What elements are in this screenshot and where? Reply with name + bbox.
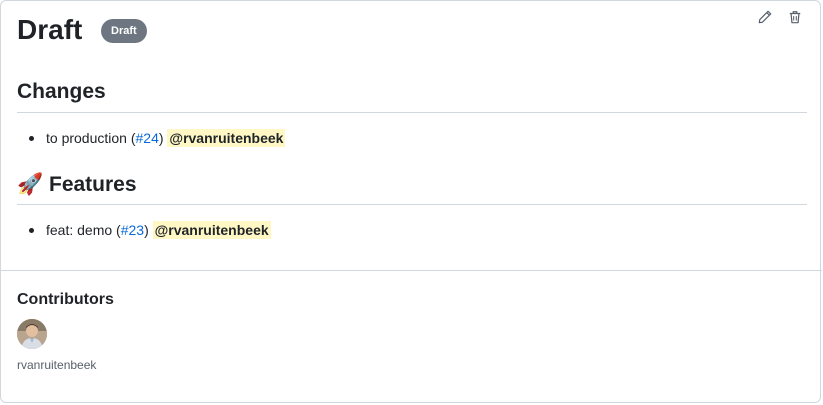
item-text-close: ) <box>158 130 164 146</box>
section-heading-features: 🚀 Features <box>17 173 137 196</box>
pencil-icon <box>758 10 772 29</box>
item-text-close: ) <box>144 222 149 238</box>
release-title: Draft <box>17 14 83 45</box>
pr-link[interactable]: #24 <box>136 130 159 146</box>
status-badge: Draft <box>101 19 147 43</box>
contributor-name[interactable]: rvanruitenbeek <box>17 356 96 374</box>
item-text: to production ( <box>46 130 136 146</box>
bullet <box>29 227 34 233</box>
list-item: to production (#24) @rvanruitenbeek <box>29 128 286 148</box>
trash-icon <box>788 10 802 29</box>
user-mention[interactable]: @rvanruitenbeek <box>167 129 286 147</box>
delete-button[interactable] <box>785 9 805 29</box>
contributors-title: Contributors <box>17 291 114 308</box>
bullet <box>29 135 34 141</box>
section-heading-changes: Changes <box>17 80 106 103</box>
item-text: feat: demo ( <box>46 222 121 238</box>
avatar[interactable] <box>17 319 47 349</box>
section-rule <box>17 204 807 205</box>
pr-link[interactable]: #23 <box>121 222 144 238</box>
edit-button[interactable] <box>755 9 775 29</box>
list-item: feat: demo (#23) @rvanruitenbeek <box>29 220 271 240</box>
user-mention[interactable]: @rvanruitenbeek <box>152 221 271 239</box>
rocket-icon: 🚀 <box>17 173 44 196</box>
section-rule <box>17 112 807 113</box>
release-card: Draft Draft Changes to production (#24) … <box>0 0 822 403</box>
footer-divider <box>1 270 822 271</box>
